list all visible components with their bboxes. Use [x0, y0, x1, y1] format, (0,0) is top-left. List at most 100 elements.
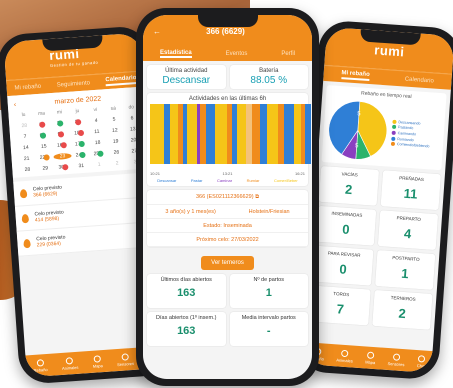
- legend-swatch: [390, 141, 396, 147]
- bottom-nav-item[interactable]: Animales: [336, 349, 353, 363]
- calendar-day[interactable]: 18: [89, 139, 107, 146]
- calendar-day[interactable]: 12: [106, 127, 124, 134]
- calendar: ‹ marzo de 2022 lumamijuvisádo2812345678…: [7, 86, 151, 178]
- weekday-label: sá: [110, 105, 117, 112]
- nav-icon: [341, 349, 349, 357]
- herd-status-card[interactable]: PREPARTO 4: [377, 210, 439, 251]
- herd-status-card[interactable]: POSTPARTO 1: [374, 250, 436, 290]
- calendar-day[interactable]: 16: [53, 142, 71, 149]
- tab-calendario[interactable]: Calendario: [405, 76, 434, 84]
- day-number: 1: [97, 161, 101, 168]
- bottom-nav-item[interactable]: Sensores: [387, 352, 405, 367]
- back-arrow-icon[interactable]: ←: [153, 27, 161, 36]
- calendar-day[interactable]: 22: [35, 154, 53, 161]
- calendar-day[interactable]: 26: [107, 149, 125, 156]
- herd-status-card[interactable]: VACÍAS 2: [318, 165, 380, 206]
- calendar-day[interactable]: 29: [36, 165, 54, 172]
- calendar-day[interactable]: 21: [17, 155, 35, 162]
- bottom-nav-item[interactable]: Mapa: [365, 351, 376, 365]
- bottom-nav-item[interactable]: Animales: [61, 356, 79, 370]
- calendar-day[interactable]: 11: [88, 128, 106, 135]
- nav-icon: [65, 356, 74, 365]
- stat-label: Últimos días abiertos: [160, 277, 212, 283]
- calendar-day[interactable]: 28: [18, 166, 36, 173]
- calendar-day[interactable]: 8: [34, 132, 52, 139]
- bottom-nav-item[interactable]: Chat: [417, 354, 426, 368]
- herd-pie-chart: 55: [328, 101, 388, 160]
- calendar-day[interactable]: 28: [15, 122, 33, 129]
- prev-month-icon[interactable]: ‹: [14, 101, 17, 108]
- activity-segment: [305, 104, 312, 164]
- stat-card: Media intervalo partos -: [229, 312, 308, 346]
- calendar-day[interactable]: 10: [70, 129, 88, 137]
- activity-segment: [284, 104, 295, 164]
- stat-value: 163: [177, 287, 196, 299]
- herd-status-card[interactable]: TOROS 7: [310, 285, 371, 326]
- calendar-day[interactable]: 2: [108, 160, 126, 167]
- bottom-nav-item[interactable]: Sensores: [116, 352, 134, 367]
- day-number: 23: [59, 153, 66, 160]
- tab-calendario[interactable]: Calendario: [105, 75, 137, 87]
- pie-legend-item: Comiendo/Bebiendo: [390, 141, 430, 149]
- legend-swatch: [391, 136, 396, 141]
- event-dot: [75, 118, 82, 126]
- activity-segment: [227, 104, 233, 164]
- day-number: 2: [115, 160, 119, 167]
- legend-swatch: [391, 130, 396, 136]
- calendar-day[interactable]: 30: [54, 164, 72, 171]
- copy-icon[interactable]: ⧉: [255, 194, 259, 200]
- calendar-day[interactable]: 9: [52, 131, 70, 138]
- herd-status-grid: VACÍAS 2 PREÑADAS 11 INSEMINADAS 0 PREPARTO 4 PA…: [306, 165, 445, 331]
- activity-segment: [278, 104, 285, 164]
- calendar-day[interactable]: 7: [16, 133, 34, 140]
- bottom-nav: RebañoAnimalesMapaSensoresChat: [303, 342, 433, 374]
- nav-icon: [36, 358, 44, 367]
- next-heat: Próximo celo: 27/03/2022: [147, 233, 308, 247]
- calendar-day[interactable]: 14: [17, 144, 35, 151]
- day-number: 14: [22, 144, 29, 152]
- month-title: marzo de 2022: [54, 95, 102, 106]
- calendar-day[interactable]: 25: [89, 150, 107, 157]
- calendar-day[interactable]: 24: [71, 151, 89, 159]
- calendar-day[interactable]: 1: [90, 161, 108, 168]
- legend-label: Comiendo/Bebiendo: [396, 142, 430, 149]
- calendar-day[interactable]: 31: [72, 162, 90, 169]
- activity-segment: [183, 104, 188, 164]
- calendar-day[interactable]: 15: [35, 143, 53, 150]
- event-animal: 366 (6629): [33, 190, 58, 199]
- tab-mi-rebano[interactable]: Mi rebaño: [14, 83, 41, 91]
- calendar-day[interactable]: 4: [87, 117, 105, 124]
- calendar-day[interactable]: 5: [105, 116, 123, 123]
- tab-seguimiento[interactable]: Seguimiento: [57, 80, 91, 88]
- activity-chart-card: Actividades en las últimas 6h 10:21 13:21…: [147, 93, 312, 186]
- tab-mi-rebano[interactable]: Mi rebaño: [341, 70, 370, 82]
- herd-status-card[interactable]: PREÑADAS 11: [380, 170, 441, 211]
- battery-value: 88.05 %: [250, 75, 288, 86]
- event-dot: [97, 150, 104, 157]
- calendar-day[interactable]: 1: [33, 121, 51, 128]
- calendar-day[interactable]: 3: [69, 118, 87, 126]
- ver-terneros-button[interactable]: Ver terneros: [201, 256, 254, 270]
- tab-estadistica[interactable]: Estadística: [159, 50, 192, 58]
- day-number: 12: [111, 127, 118, 134]
- animal-tabs: Estadística Eventos Perfil: [143, 47, 312, 61]
- herd-status-card[interactable]: TERNEROS 2: [372, 289, 433, 330]
- stat-value: -: [266, 325, 271, 337]
- event-dot: [43, 154, 50, 161]
- animal-breed: Holstein/Friesian: [248, 208, 290, 215]
- drop-icon: [23, 238, 31, 248]
- day-number: 6: [130, 115, 134, 122]
- calendar-day[interactable]: 17: [71, 140, 89, 148]
- bottom-nav-item[interactable]: Rebaño: [33, 358, 48, 372]
- herd-status-card[interactable]: PARA REVISAR 0: [313, 245, 374, 286]
- activity-segment: [150, 104, 165, 164]
- calendar-day[interactable]: 2: [51, 120, 69, 127]
- herd-status-card[interactable]: INSEMINADAS 0: [315, 205, 377, 246]
- event-dot: [60, 142, 67, 149]
- calendar-day[interactable]: 23: [53, 152, 72, 160]
- tab-perfil[interactable]: Perfil: [281, 51, 295, 57]
- stat-value: 1: [265, 287, 272, 299]
- calendar-day[interactable]: 19: [106, 138, 124, 145]
- tab-eventos[interactable]: Eventos: [226, 51, 248, 57]
- bottom-nav-item[interactable]: Mapa: [92, 354, 103, 368]
